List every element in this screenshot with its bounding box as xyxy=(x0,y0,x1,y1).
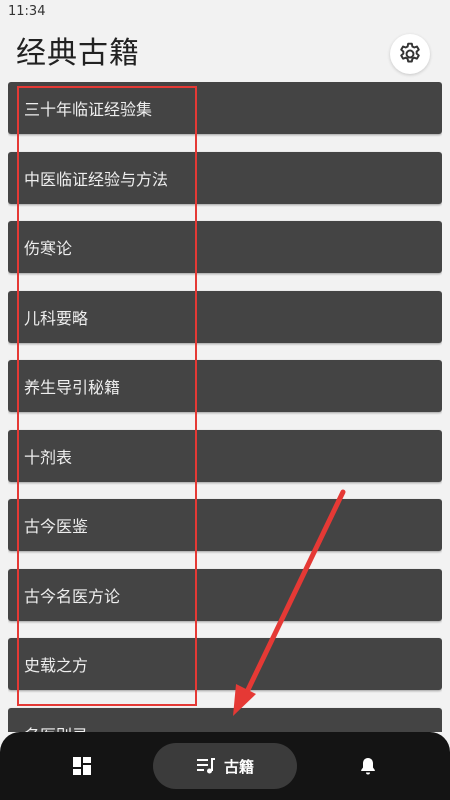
book-list: 三十年临证经验集 中医临证经验与方法 伤寒论 儿科要略 养生导引秘籍 十剂表 古… xyxy=(8,82,442,732)
book-title: 三十年临证经验集 xyxy=(24,100,153,119)
nav-books-label: 古籍 xyxy=(223,757,254,776)
book-item[interactable]: 古今医鉴 xyxy=(8,499,442,551)
book-title: 儿科要略 xyxy=(24,309,89,328)
nav-notifications[interactable] xyxy=(348,746,388,786)
book-title: 中医临证经验与方法 xyxy=(24,170,169,189)
book-item[interactable]: 养生导引秘籍 xyxy=(8,360,442,412)
bell-icon xyxy=(361,758,375,775)
page-title: 经典古籍 xyxy=(16,36,140,71)
dashboard-icon xyxy=(73,757,91,775)
book-title: 古今医鉴 xyxy=(24,517,89,536)
bottom-nav: 古籍 xyxy=(0,732,450,800)
book-item[interactable]: 中医临证经验与方法 xyxy=(8,152,442,204)
status-time: 11:34 xyxy=(8,4,46,19)
status-bar: 11:34 xyxy=(0,0,450,24)
nav-dashboard[interactable] xyxy=(62,746,102,786)
books-icon xyxy=(196,758,215,774)
nav-books-tab[interactable]: 古籍 xyxy=(153,743,297,789)
settings-button[interactable] xyxy=(390,34,430,74)
book-item[interactable]: 伤寒论 xyxy=(8,221,442,273)
book-title: 十剂表 xyxy=(24,448,73,467)
book-title: 名医别录 xyxy=(24,722,88,732)
book-title: 史载之方 xyxy=(24,656,89,675)
book-title: 古今名医方论 xyxy=(24,587,121,606)
book-title: 养生导引秘籍 xyxy=(24,378,121,397)
book-item[interactable]: 古今名医方论 xyxy=(8,569,442,621)
book-title: 伤寒论 xyxy=(24,239,73,258)
book-item[interactable]: 儿科要略 xyxy=(8,291,442,343)
book-item[interactable]: 名医别录 xyxy=(8,708,442,732)
book-item[interactable]: 十剂表 xyxy=(8,430,442,482)
book-item[interactable]: 三十年临证经验集 xyxy=(8,82,442,134)
book-item[interactable]: 史载之方 xyxy=(8,638,442,690)
gear-icon xyxy=(400,42,420,63)
